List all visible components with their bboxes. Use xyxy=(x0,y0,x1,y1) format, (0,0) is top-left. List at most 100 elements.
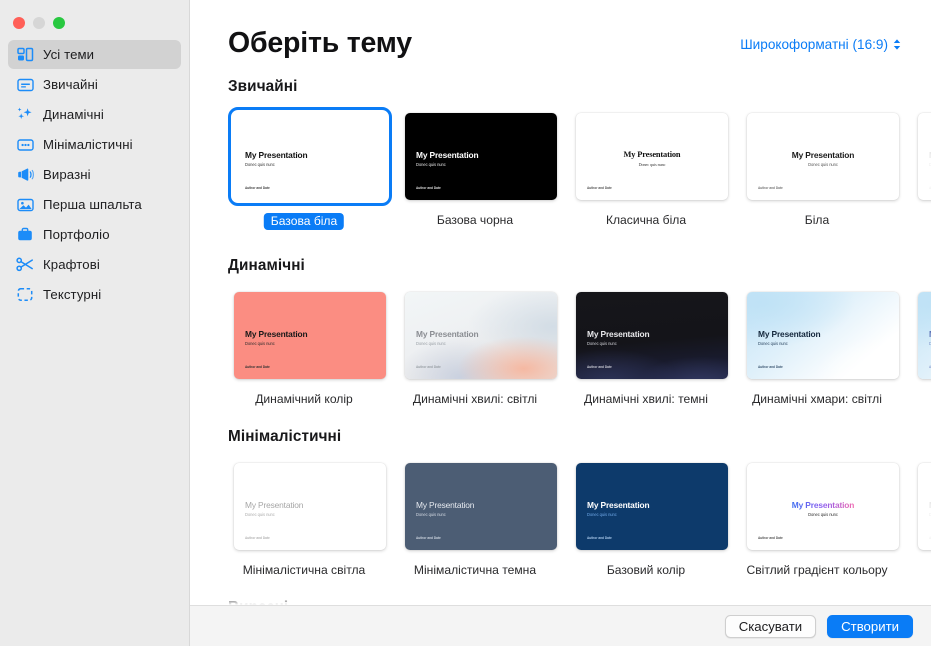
theme-card[interactable]: My Presentation Donec quis nunc Author and… xyxy=(399,107,557,235)
theme-thumbnail: My PresentationDonec quis nuncAuthor and… xyxy=(405,113,557,201)
sidebar-item-3[interactable]: Мінімалістичні xyxy=(8,130,181,159)
theme-name-selected-badge: Базова біла xyxy=(263,213,345,231)
megaphone-icon xyxy=(16,166,34,184)
section-title: Звичайні xyxy=(228,78,298,96)
theme-thumbnail: My PresentationDonec quis nuncAuthor and… xyxy=(234,463,386,551)
theme-card-partial[interactable]: My PresentationDonec quis nuncAuthor and… xyxy=(912,107,931,235)
slide-subtitle: Donec quis nunc xyxy=(587,340,617,346)
theme-card[interactable]: My Presentation Donec quis nunc Author and… xyxy=(228,286,386,407)
theme-card[interactable]: My Presentation Donec quis nunc Author and… xyxy=(399,457,557,578)
theme-section: Динамічні My Presentation Donec quis nunc A… xyxy=(228,257,931,406)
theme-name-label: Динамічні хвилі: світлі xyxy=(412,392,538,407)
theme-thumbnail-frame: My PresentationDonec quis nuncAuthor and… xyxy=(228,457,392,556)
sidebar-item-label: Звичайні xyxy=(43,77,98,92)
sidebar-item-5[interactable]: Перша шпальта xyxy=(8,190,181,219)
theme-thumbnail-frame: My PresentationDonec quis nuncAuthor and… xyxy=(399,286,563,385)
theme-chooser-window: Усі теми Звичайні Динамічні Мінімалістичні В… xyxy=(0,0,931,646)
sidebar-item-2[interactable]: Динамічні xyxy=(8,100,181,129)
theme-card[interactable]: My Presentation Donec quis nunc Author and… xyxy=(570,286,728,407)
theme-name-label: Світлий градієнт кольору xyxy=(746,563,888,578)
theme-thumbnail: My PresentationDonec quis nunc Author and… xyxy=(747,292,899,380)
theme-thumbnail: My PresentationDonec quis nuncAuthor and… xyxy=(918,113,931,201)
slide-title: My Presentation xyxy=(587,500,650,511)
slide-footer: Author and Date xyxy=(758,186,783,191)
slide-footer: Author and Date xyxy=(587,365,612,370)
slide-title: My Presentation xyxy=(623,150,681,160)
dots-rectangle-icon xyxy=(16,136,34,154)
theme-caption-holder: Мінімалістична світла xyxy=(228,563,380,577)
slide-footer: Author and Date xyxy=(245,536,270,541)
theme-card[interactable]: My Presentation Donec quis nunc Author and… xyxy=(741,286,899,406)
create-button[interactable]: Створити xyxy=(827,614,913,638)
sidebar-item-label: Текстурні xyxy=(43,287,102,302)
sidebar-item-7[interactable]: Крафтові xyxy=(8,250,181,279)
sidebar-item-0[interactable]: Усі теми xyxy=(8,40,181,69)
sidebar-item-8[interactable]: Текстурні xyxy=(8,280,181,309)
theme-card[interactable]: My Presentation Donec quis nunc Author and… xyxy=(570,107,728,235)
sidebar-item-label: Виразні xyxy=(43,167,91,182)
theme-thumbnail-frame: My PresentationDonec quis nuncAuthor and… xyxy=(741,107,905,206)
sidebar-item-label: Усі теми xyxy=(43,47,95,62)
sidebar-item-4[interactable]: Виразні xyxy=(8,160,181,189)
theme-scroll-area[interactable]: Оберіть тему Широкоформатні (16:9) Звича… xyxy=(190,0,931,605)
rectangle-icon xyxy=(16,76,34,94)
slide-title: My Presentation xyxy=(791,500,855,511)
slide-title: My Presentation xyxy=(416,500,475,511)
theme-thumbnail: My PresentationDonec quis nunc Author and… xyxy=(576,292,728,380)
theme-card-partial[interactable]: My PresentationDonec quis nuncAuthor and… xyxy=(912,457,931,577)
theme-name-label: Динамічний колір xyxy=(255,392,353,407)
theme-name-label: Класична біла xyxy=(605,213,687,228)
theme-caption-holder: Базова чорна xyxy=(399,213,551,227)
slide-title: My Presentation xyxy=(245,329,308,340)
slide-format-dropdown[interactable]: Широкоформатні (16:9) xyxy=(740,37,901,52)
theme-thumbnail: My PresentationDonec quis nuncAuthor and… xyxy=(234,113,386,201)
slide-title: My Presentation xyxy=(791,150,855,161)
theme-card[interactable]: My Presentation Donec quis nunc Author and… xyxy=(741,457,899,577)
theme-caption-holder: Класична біла xyxy=(570,213,722,227)
theme-section: Звичайні My Presentation Donec quis nunc Au… xyxy=(228,78,931,235)
slide-title: My Presentation xyxy=(587,329,650,340)
theme-card[interactable]: My Presentation Donec quis nunc Author and… xyxy=(228,107,392,235)
theme-name-label: Базова чорна xyxy=(436,213,514,228)
slide-footer: Author and Date xyxy=(758,365,783,370)
sidebar-item-label: Крафтові xyxy=(43,257,100,272)
theme-thumbnail-frame: My PresentationDonec quis nuncAuthor and… xyxy=(570,107,734,206)
slide-title: My Presentation xyxy=(758,329,821,340)
slide-footer: Author and Date xyxy=(416,365,441,370)
cancel-button[interactable]: Скасувати xyxy=(724,614,817,638)
theme-thumbnail-frame: My PresentationDonec quis nuncAuthor and… xyxy=(228,286,392,385)
slide-footer: Author and Date xyxy=(416,536,441,541)
slide-title: My Presentation xyxy=(416,150,479,161)
theme-card-partial[interactable]: My PresentationDonec quis nuncAuthor and… xyxy=(912,286,931,406)
sidebar: Усі теми Звичайні Динамічні Мінімалістичні В… xyxy=(0,0,190,646)
minimize-button[interactable] xyxy=(33,17,45,29)
theme-card[interactable]: My Presentation Donec quis nunc Author and… xyxy=(570,457,728,577)
sidebar-item-6[interactable]: Портфоліо xyxy=(8,220,181,249)
slide-subtitle: Donec quis nunc xyxy=(587,511,617,517)
slide-footer: Author and Date xyxy=(758,536,783,541)
slide-subtitle: Donec quis nunc xyxy=(245,340,275,346)
theme-card[interactable]: My Presentation Donec quis nunc Author and… xyxy=(399,286,557,407)
sidebar-item-1[interactable]: Звичайні xyxy=(8,70,181,99)
close-button[interactable] xyxy=(13,17,25,29)
photo-icon xyxy=(16,196,34,214)
sidebar-item-label: Мінімалістичні xyxy=(43,137,133,152)
slide-footer: Author and Date xyxy=(587,536,612,541)
theme-thumbnail-frame: My PresentationDonec quis nuncAuthor and… xyxy=(912,286,931,385)
sidebar-item-label: Перша шпальта xyxy=(43,197,142,212)
theme-card[interactable]: My Presentation Donec quis nunc Author and… xyxy=(228,457,386,577)
theme-thumbnail: My PresentationDonec quis nuncAuthor and… xyxy=(405,463,557,551)
chevron-updown-icon xyxy=(893,39,901,50)
theme-caption-holder: Світлий градієнт кольору xyxy=(741,563,893,577)
theme-name-label: Динамічні хвилі: темні xyxy=(584,392,708,407)
section-title: Мінімалістичні xyxy=(228,428,342,446)
theme-name-label: Мінімалістична темна xyxy=(413,563,537,578)
slide-footer: Author and Date xyxy=(587,186,612,191)
slide-format-label: Широкоформатні (16:9) xyxy=(740,37,888,52)
scissors-icon xyxy=(16,256,34,274)
slide-subtitle: Donec quis nunc xyxy=(758,340,788,346)
theme-section: Мінімалістичні My Presentation Donec quis … xyxy=(228,428,931,577)
zoom-button[interactable] xyxy=(53,17,65,29)
dialog-footer: Скасувати Створити xyxy=(190,605,931,646)
theme-card[interactable]: My Presentation Donec quis nunc Author and… xyxy=(741,107,899,235)
